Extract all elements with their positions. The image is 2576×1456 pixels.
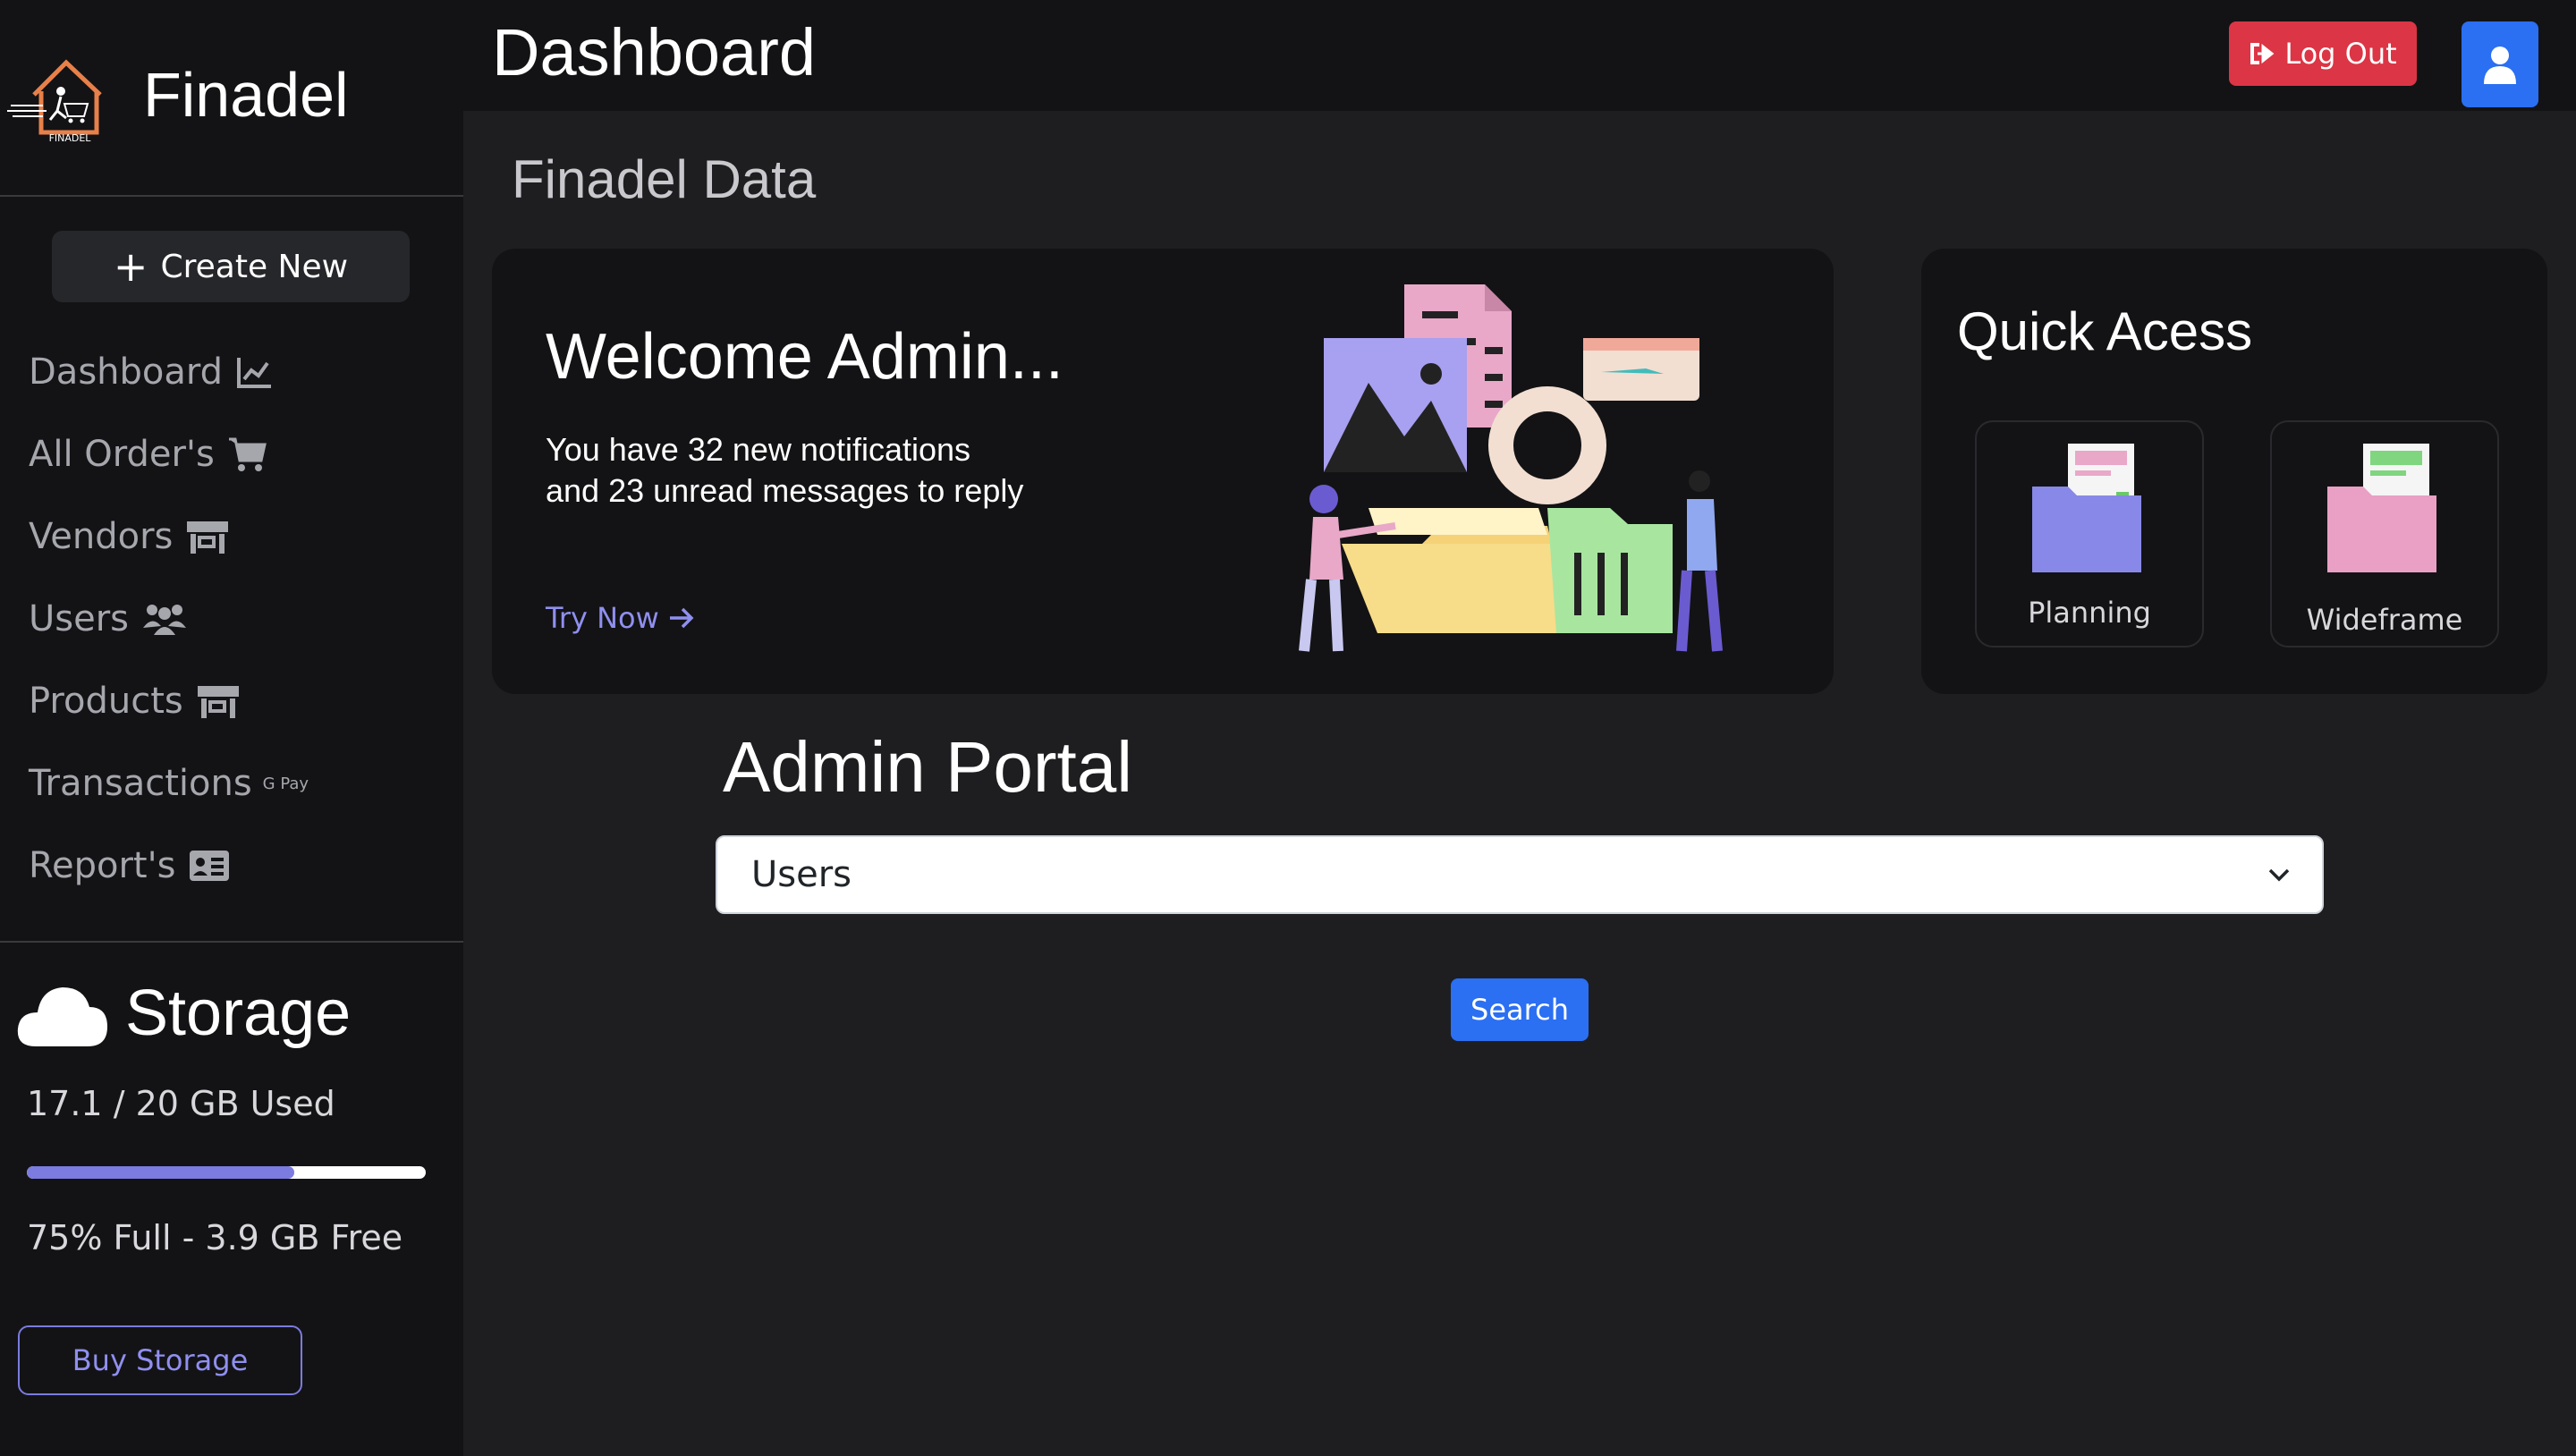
- arrow-right-icon: [669, 607, 694, 629]
- try-now-label: Try Now: [546, 601, 659, 635]
- folder-icon: [2032, 444, 2141, 572]
- user-profile-button[interactable]: [2462, 21, 2538, 107]
- storage-progress-bar: [27, 1166, 426, 1179]
- sidebar-item-label: Transactions: [29, 763, 252, 804]
- folder-icon: [2327, 444, 2436, 572]
- sidebar: FINADEL Finadel + Create New Dashboard A…: [0, 0, 463, 1456]
- cloud-icon: [17, 987, 108, 1046]
- logout-button[interactable]: Log Out: [2229, 21, 2417, 86]
- storage-used-text: 17.1 / 20 GB Used: [27, 1084, 335, 1123]
- finadel-logo: FINADEL: [7, 59, 102, 144]
- admin-portal-title: Admin Portal: [723, 727, 1132, 807]
- sidebar-divider: [0, 195, 463, 197]
- create-new-label: Create New: [160, 248, 349, 285]
- section-title: Finadel Data: [512, 149, 817, 209]
- chevron-down-icon: [2268, 868, 2290, 882]
- sidebar-item-reports[interactable]: Report's: [29, 839, 231, 893]
- quick-access-card: Quick Acess Planning Wideframe: [1921, 249, 2547, 694]
- quick-tile-wideframe[interactable]: Wideframe: [2270, 420, 2499, 648]
- logout-icon: [2250, 43, 2275, 64]
- brand: FINADEL Finadel: [0, 0, 463, 195]
- welcome-message: You have 32 new notifications and 23 unr…: [546, 431, 1024, 509]
- welcome-title: Welcome Admin...: [546, 321, 1063, 393]
- brand-name: Finadel: [143, 60, 349, 130]
- create-new-button[interactable]: + Create New: [52, 231, 410, 302]
- sidebar-item-all-orders[interactable]: All Order's: [29, 427, 267, 481]
- tile-label: Wideframe: [2306, 603, 2463, 637]
- welcome-card: Welcome Admin... You have 32 new notific…: [492, 249, 1834, 694]
- svg-text:FINADEL: FINADEL: [49, 132, 92, 144]
- store-icon: [197, 686, 239, 718]
- sidebar-item-vendors[interactable]: Vendors: [29, 510, 230, 563]
- portal-select-value: Users: [751, 854, 852, 895]
- sidebar-item-label: Products: [29, 681, 183, 722]
- store-icon: [187, 521, 229, 554]
- storage-free-text: 75% Full - 3.9 GB Free: [27, 1218, 403, 1257]
- chart-line-icon: [237, 358, 272, 388]
- storage-title: Storage: [125, 978, 352, 1049]
- page-title: Dashboard: [492, 15, 817, 89]
- sidebar-item-label: Users: [29, 598, 130, 639]
- sidebar-item-label: All Order's: [29, 434, 215, 475]
- tile-label: Planning: [2028, 596, 2151, 630]
- plus-icon: +: [113, 242, 148, 291]
- search-button[interactable]: Search: [1451, 978, 1589, 1041]
- portal-select[interactable]: Users: [716, 835, 2324, 914]
- sidebar-item-label: Vendors: [29, 516, 174, 557]
- logout-label: Log Out: [2284, 37, 2397, 71]
- try-now-link[interactable]: Try Now: [546, 601, 695, 635]
- id-card-icon: [190, 851, 230, 881]
- top-bar: Dashboard Log Out: [463, 0, 2576, 111]
- sidebar-item-products[interactable]: Products: [29, 674, 241, 728]
- sidebar-item-label: Dashboard: [29, 351, 224, 393]
- gpay-icon: G Pay: [262, 774, 309, 793]
- quick-tile-planning[interactable]: Planning: [1975, 420, 2204, 648]
- sidebar-item-label: Report's: [29, 845, 176, 886]
- files-illustration: [1299, 284, 1723, 652]
- user-icon: [2484, 47, 2516, 84]
- cart-icon: [228, 437, 267, 471]
- sidebar-item-transactions[interactable]: Transactions G Pay: [29, 757, 309, 810]
- storage-progress-fill: [27, 1166, 294, 1179]
- users-icon: [143, 605, 187, 635]
- buy-storage-button[interactable]: Buy Storage: [18, 1325, 302, 1395]
- sidebar-divider: [0, 941, 463, 943]
- sidebar-item-users[interactable]: Users: [29, 592, 188, 646]
- quick-access-title: Quick Acess: [1957, 301, 2253, 361]
- sidebar-item-dashboard[interactable]: Dashboard: [29, 345, 273, 399]
